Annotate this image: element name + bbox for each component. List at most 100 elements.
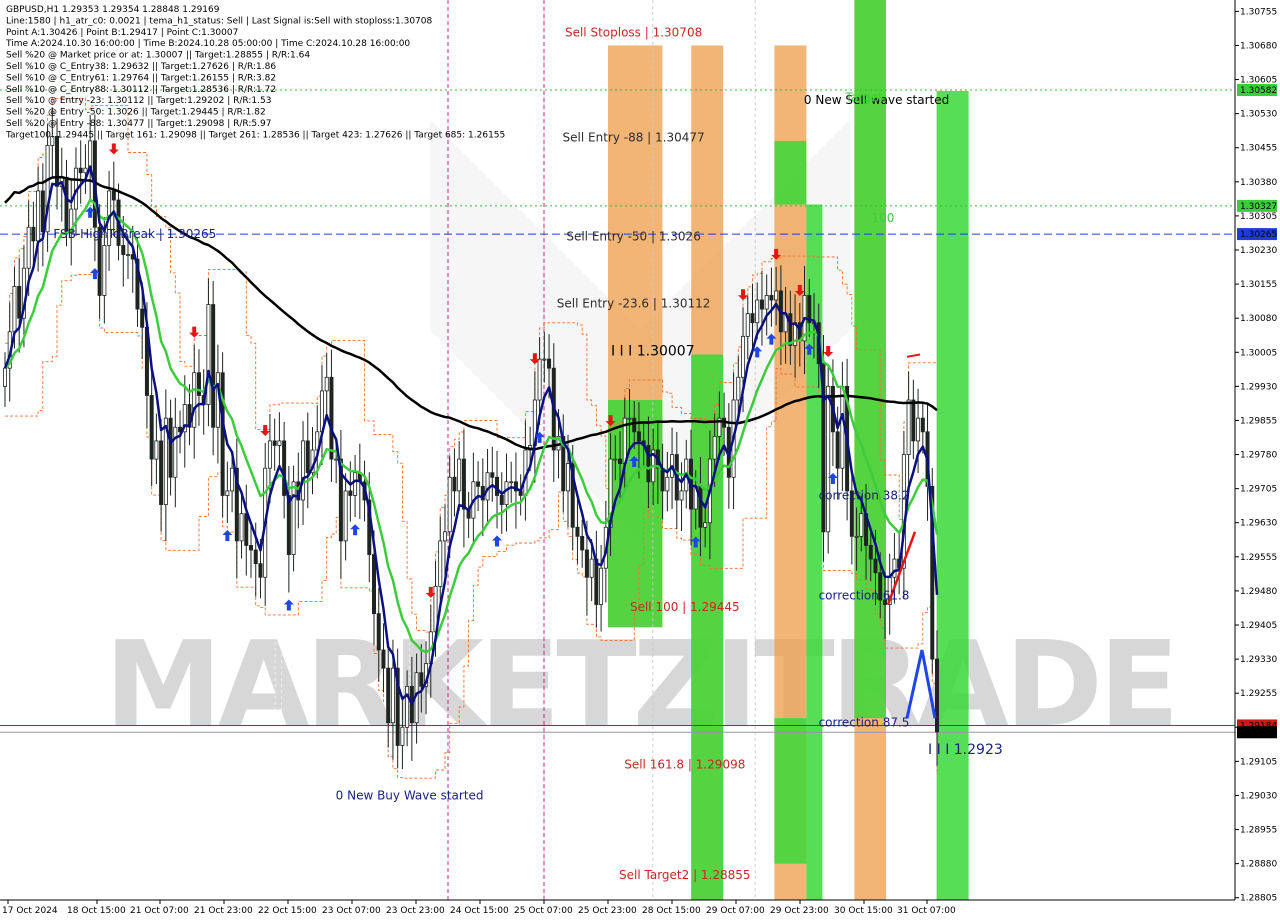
price-marker-label: 1.30582 — [1240, 86, 1277, 96]
candle-body — [868, 545, 873, 560]
time-tick-label: 29 Oct 23:00 — [770, 906, 829, 916]
chart-annotation-label: correction 87.5 — [819, 716, 910, 730]
price-tick-label: 1.30230 — [1240, 246, 1277, 256]
candle-body — [565, 463, 570, 492]
candle-body — [920, 417, 925, 433]
signal-info-line: Point A:1.30426 | Point B:1.29417 | Poin… — [6, 28, 238, 38]
price-marker-label: 1.29169 — [1240, 728, 1277, 738]
signal-info-line: Sell %10 @ C_Entry61: 1.29764 || Target:… — [6, 73, 276, 83]
chart-annotation-label: Sell Target2 | 1.28855 — [619, 868, 751, 882]
candle-body — [381, 649, 386, 669]
candle-body — [372, 554, 377, 615]
price-tick-label: 1.28805 — [1240, 894, 1277, 904]
candle-body — [353, 472, 358, 496]
candle-body — [490, 472, 495, 478]
candle-body — [438, 540, 443, 587]
candle-body — [457, 458, 462, 492]
signal-info-line: Line:1580 | h1_atr_c0: 0.0021 | tema_h1_… — [6, 16, 433, 26]
price-marker-label: 1.30327 — [1240, 202, 1277, 212]
candle-body — [911, 399, 916, 442]
chart-annotation-label: FSB-HighToBreak | 1.30265 — [53, 227, 216, 241]
candle-body — [476, 481, 481, 487]
time-tick-label: 24 Oct 15:00 — [450, 906, 509, 916]
candle-body — [324, 376, 329, 392]
candle-body — [277, 440, 282, 446]
price-tick-label: 1.30680 — [1240, 41, 1277, 51]
candle-body — [613, 458, 618, 461]
candle-body — [461, 458, 466, 510]
candle-body — [679, 490, 684, 501]
candle-body — [36, 190, 41, 242]
candle-body — [759, 299, 764, 310]
candle-body — [31, 226, 36, 242]
candle-body — [447, 476, 452, 533]
candle-body — [305, 440, 310, 474]
price-tick-label: 1.28880 — [1240, 860, 1277, 870]
candle-body — [537, 358, 542, 401]
candle-body — [764, 295, 769, 310]
candle-body — [400, 726, 405, 746]
trade-zone — [608, 400, 663, 628]
candle-body — [916, 417, 921, 442]
candle-body — [78, 167, 83, 174]
candle-body — [618, 458, 623, 465]
signal-info-line: Sell %10 @ C_Entry88: 1.30112 || Target:… — [6, 85, 276, 95]
candle-body — [703, 522, 708, 528]
time-tick-label: 21 Oct 23:00 — [194, 906, 253, 916]
candle-body — [499, 495, 504, 505]
price-tick-label: 1.28955 — [1240, 826, 1277, 836]
candle-body — [547, 358, 552, 369]
price-tick-label: 1.30005 — [1240, 348, 1277, 358]
time-tick-label: 29 Oct 07:00 — [706, 906, 765, 916]
candle-body — [542, 358, 547, 361]
price-tick-label: 1.29030 — [1240, 791, 1277, 801]
trade-zone — [854, 0, 887, 719]
gbpusd-h1-chart: MARKETZITRADE Sell Stoploss | 1.30708 Sel… — [0, 0, 1280, 920]
signal-info-line: Sell %20 @ Entry -88: 1.30477 || Target:… — [6, 119, 271, 129]
trade-zone — [774, 718, 807, 864]
candle-body — [419, 672, 424, 687]
chart-annotation-label: Sell Entry -88 | 1.30477 — [563, 131, 705, 145]
candle-body — [334, 458, 339, 461]
candle-body — [892, 558, 897, 578]
price-tick-label: 1.29930 — [1240, 382, 1277, 392]
candle-body — [196, 372, 201, 396]
time-tick-label: 21 Oct 07:00 — [130, 906, 189, 916]
candle-body — [755, 299, 760, 324]
time-tick-label: 28 Oct 15:00 — [642, 906, 701, 916]
time-tick-label: 30 Oct 15:00 — [834, 906, 893, 916]
candle-body — [854, 535, 859, 538]
price-marker-label: 1.30265 — [1240, 230, 1277, 240]
time-tick-label: 22 Oct 15:00 — [258, 906, 317, 916]
price-tick-label: 1.29330 — [1240, 655, 1277, 665]
candle-body — [291, 481, 296, 555]
price-tick-label: 1.29480 — [1240, 587, 1277, 597]
time-tick-label: 23 Oct 07:00 — [322, 906, 381, 916]
candle-body — [329, 376, 334, 460]
candle-body — [230, 467, 235, 492]
chart-annotation-label: Sell Entry -23.6 | 1.30112 — [557, 297, 711, 311]
candle-body — [632, 417, 637, 433]
time-tick-label: 17 Oct 2024 — [2, 906, 58, 916]
chart-canvas: MARKETZITRADE Sell Stoploss | 1.30708Sel… — [0, 0, 1280, 920]
candle-body — [835, 431, 840, 469]
candle-body — [906, 399, 911, 455]
candle-body — [599, 567, 604, 605]
candle-body — [873, 558, 878, 574]
candle-body — [580, 535, 585, 551]
price-tick-label: 1.29405 — [1240, 621, 1277, 631]
candle-body — [249, 545, 254, 551]
price-tick-label: 1.29705 — [1240, 485, 1277, 495]
candle-body — [239, 513, 244, 542]
candle-body — [589, 558, 594, 578]
candle-body — [149, 395, 154, 460]
candle-body — [660, 467, 665, 492]
candle-body — [159, 440, 164, 505]
candle-body — [405, 685, 410, 728]
candle-body — [442, 531, 447, 542]
candle-body — [286, 495, 291, 555]
candle-body — [258, 563, 263, 578]
candle-body — [826, 385, 831, 533]
candle-body — [348, 490, 353, 496]
candle-body — [386, 667, 391, 724]
